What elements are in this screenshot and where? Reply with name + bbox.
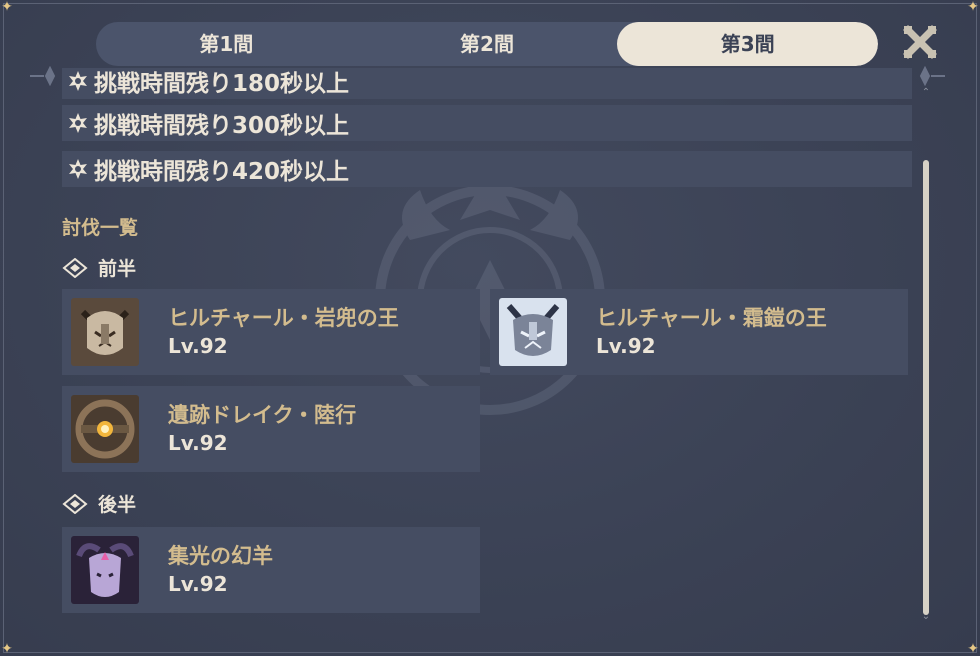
enemy-name: ヒルチャール・霜鎧の王 — [596, 306, 827, 330]
enemy-name: ヒルチャール・岩兜の王 — [168, 306, 399, 330]
corner-star-icon: ✦ — [967, 641, 979, 656]
second-half-label: 後半 — [62, 490, 136, 517]
enemy-level: Lv.92 — [168, 431, 228, 455]
corner-star-icon: ✦ — [1, 641, 13, 656]
challenge-condition-row: 挑戦時間残り300秒以上 — [62, 105, 912, 141]
enemy-card[interactable]: 集光の幻羊 Lv.92 — [62, 527, 480, 613]
enemy-list-title: 討伐一覧 — [62, 217, 139, 239]
star-icon — [62, 112, 94, 134]
diamond-icon — [62, 257, 88, 278]
enemy-card[interactable]: 遺跡ドレイク・陸行 Lv.92 — [62, 386, 480, 472]
enemy-level: Lv.92 — [168, 572, 228, 596]
scrollbar-thumb[interactable] — [923, 160, 929, 615]
chamber-tabs: 第1間 第2間 第3間 — [96, 22, 878, 66]
corner-star-icon: ✦ — [967, 0, 979, 15]
star-icon — [62, 158, 94, 180]
diamond-icon — [62, 493, 88, 514]
ruin-drake-portrait-icon — [71, 395, 139, 463]
scroll-up-icon[interactable]: ⌃ — [919, 88, 933, 98]
lawachurl-frost-portrait-icon — [499, 298, 567, 366]
challenge-condition-text: 挑戦時間残り180秒以上 — [94, 71, 350, 97]
enemy-card[interactable]: ヒルチャール・岩兜の王 Lv.92 — [62, 289, 480, 375]
tab-chamber-2[interactable]: 第2間 — [357, 22, 618, 66]
challenge-condition-row: 挑戦時間残り180秒以上 — [62, 68, 912, 99]
corner-star-icon: ✦ — [1, 0, 13, 15]
enemy-level: Lv.92 — [596, 334, 656, 358]
challenge-condition-text: 挑戦時間残り300秒以上 — [94, 113, 350, 139]
second-half-text: 後半 — [98, 494, 137, 516]
first-half-label: 前半 — [62, 254, 136, 281]
star-icon — [62, 70, 94, 92]
tab-chamber-3[interactable]: 第3間 — [617, 22, 878, 66]
chamber-detail-scroll[interactable]: 挑戦時間残り180秒以上 挑戦時間残り300秒以上 挑戦時間残り420秒以上 討… — [62, 68, 914, 628]
abyss-chamber-panel: ✦ ✦ ✦ ✦ 第1間 第2間 第3間 挑戦時間残り180秒以上 挑戦時間残り3… — [0, 0, 980, 656]
phantom-ram-portrait-icon — [71, 536, 139, 604]
enemy-card[interactable]: ヒルチャール・霜鎧の王 Lv.92 — [490, 289, 908, 375]
scroll-down-icon[interactable]: ⌄ — [919, 612, 933, 622]
tab-chamber-1[interactable]: 第1間 — [96, 22, 357, 66]
close-icon[interactable] — [898, 20, 942, 64]
enemy-name: 集光の幻羊 — [168, 544, 273, 568]
challenge-condition-text: 挑戦時間残り420秒以上 — [94, 159, 350, 185]
lawachurl-stone-portrait-icon — [71, 298, 139, 366]
first-half-text: 前半 — [98, 258, 137, 280]
enemy-level: Lv.92 — [168, 334, 228, 358]
enemy-name: 遺跡ドレイク・陸行 — [168, 403, 357, 427]
challenge-condition-row: 挑戦時間残り420秒以上 — [62, 151, 912, 187]
